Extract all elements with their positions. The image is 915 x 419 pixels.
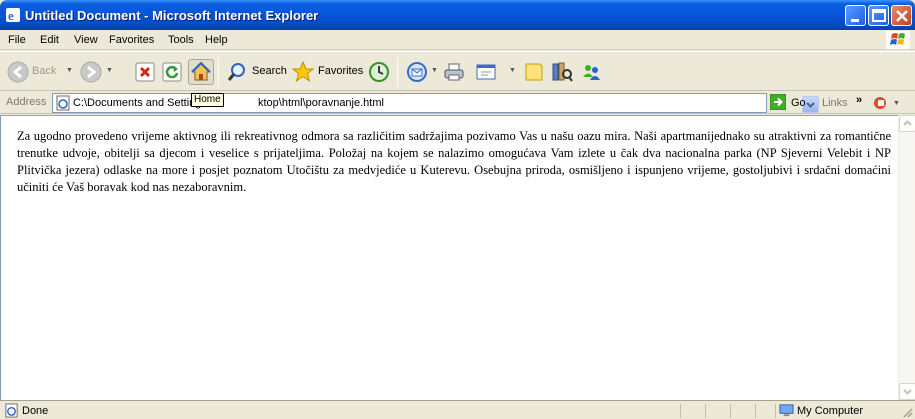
svg-text:e: e	[8, 8, 14, 23]
history-icon[interactable]	[368, 61, 390, 83]
toolbar-separator	[218, 58, 219, 86]
security-zone: My Computer	[797, 405, 864, 417]
back-label[interactable]: Back	[32, 65, 56, 77]
status-pane	[705, 404, 706, 418]
address-bar: Address C:\Documents and Setting ktop\ht…	[0, 92, 915, 114]
print-icon[interactable]	[443, 61, 465, 83]
back-icon[interactable]	[7, 61, 29, 83]
close-button[interactable]	[891, 5, 912, 26]
favorites-label[interactable]: Favorites	[318, 65, 363, 77]
page-icon	[56, 95, 70, 111]
edit-dropdown-icon[interactable]: ▼	[509, 67, 516, 74]
toolbar-separator	[397, 58, 398, 86]
extension-dropdown-icon[interactable]: ▼	[893, 100, 900, 107]
search-icon[interactable]	[226, 61, 248, 83]
window-title: Untitled Document - Microsoft Internet E…	[25, 8, 319, 23]
go-arrow-icon[interactable]	[770, 94, 786, 110]
discuss-icon[interactable]	[523, 61, 545, 83]
chevron-right-icon[interactable]: »	[856, 94, 862, 106]
refresh-icon[interactable]	[162, 62, 182, 82]
forward-icon[interactable]	[80, 61, 102, 83]
status-pane	[775, 404, 776, 418]
close-icon	[896, 10, 908, 22]
chevron-up-icon	[903, 120, 912, 126]
scroll-up-button[interactable]	[899, 115, 915, 132]
windows-logo-icon	[886, 31, 910, 49]
ie-icon: e	[6, 8, 20, 23]
page-content[interactable]: Za ugodno provedeno vrijeme aktivnog ili…	[0, 115, 898, 400]
scroll-down-button[interactable]	[899, 383, 915, 400]
messenger-icon[interactable]	[580, 61, 602, 83]
menu-edit[interactable]: Edit	[40, 34, 59, 46]
status-pane	[680, 404, 681, 418]
menu-file[interactable]: File	[8, 34, 26, 46]
vertical-scrollbar[interactable]	[898, 115, 915, 400]
minimize-icon	[851, 19, 859, 22]
address-value-start: C:\Documents and Setting	[73, 97, 202, 109]
stop-icon[interactable]	[135, 62, 155, 82]
favorites-icon[interactable]	[291, 60, 315, 84]
chevron-down-icon	[903, 389, 912, 395]
forward-dropdown-icon[interactable]: ▼	[106, 67, 113, 74]
links-button[interactable]: Links	[822, 97, 848, 109]
edit-icon[interactable]	[475, 61, 499, 83]
mail-icon[interactable]	[406, 61, 428, 83]
my-computer-icon	[779, 404, 794, 417]
mail-dropdown-icon[interactable]: ▼	[431, 67, 438, 74]
search-label[interactable]: Search	[252, 65, 287, 77]
status-pane	[755, 404, 756, 418]
home-button[interactable]	[188, 59, 214, 85]
resize-grip-icon[interactable]	[901, 406, 913, 418]
back-dropdown-icon[interactable]: ▼	[66, 67, 73, 74]
menu-tools[interactable]: Tools	[168, 34, 194, 46]
page-done-icon	[5, 403, 18, 418]
toolbar-extension-icon[interactable]	[872, 95, 888, 111]
menu-help[interactable]: Help	[205, 34, 228, 46]
page-paragraph: Za ugodno provedeno vrijeme aktivnog ili…	[17, 129, 891, 194]
status-bar: Done My Computer	[0, 400, 915, 419]
address-label: Address	[6, 96, 47, 108]
home-icon	[191, 61, 211, 81]
maximize-button[interactable]	[868, 5, 889, 26]
status-pane	[730, 404, 731, 418]
go-button[interactable]: Go	[791, 97, 806, 109]
status-text: Done	[22, 405, 49, 417]
address-input[interactable]: C:\Documents and Setting ktop\html\porav…	[52, 93, 819, 113]
standard-toolbar: Back ▼ ▼ Search Favorites ▼ ▼	[0, 51, 915, 91]
maximize-icon	[872, 9, 886, 22]
research-icon[interactable]	[551, 60, 573, 84]
address-value-end: ktop\html\poravnanje.html	[258, 97, 384, 109]
home-tooltip: Home	[191, 93, 224, 107]
menu-bar: File Edit View Favorites Tools Help	[0, 30, 915, 50]
title-bar[interactable]: e Untitled Document - Microsoft Internet…	[0, 0, 915, 30]
menu-view[interactable]: View	[74, 34, 98, 46]
menu-favorites[interactable]: Favorites	[109, 34, 154, 46]
minimize-button[interactable]	[845, 5, 866, 26]
